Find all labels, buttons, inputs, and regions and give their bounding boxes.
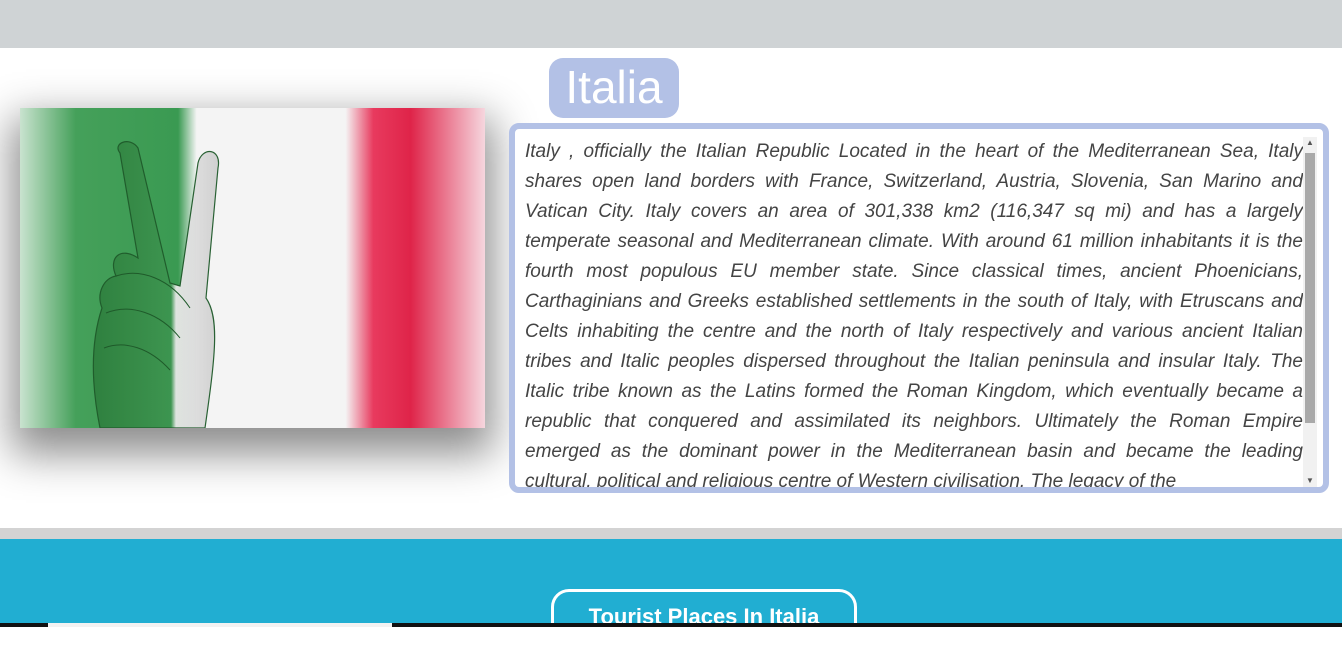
page-title: Italia xyxy=(549,58,679,118)
scroll-down-arrow-icon[interactable]: ▼ xyxy=(1303,475,1317,487)
country-description: Italy , officially the Italian Republic … xyxy=(525,141,1303,492)
top-strip xyxy=(0,0,1342,48)
peace-hand-flag-illustration xyxy=(20,108,485,428)
scroll-thumb[interactable] xyxy=(1305,153,1315,423)
description-box[interactable]: Italy , officially the Italian Republic … xyxy=(509,123,1329,493)
flag-image xyxy=(20,108,485,428)
tourist-places-button[interactable]: Tourist Places In Italia xyxy=(551,589,857,649)
section-divider xyxy=(0,528,1342,539)
scroll-up-arrow-icon[interactable]: ▲ xyxy=(1303,137,1317,149)
description-scrollbar[interactable]: ▲ ▼ xyxy=(1303,137,1317,487)
bottom-bar-segment xyxy=(48,623,392,627)
